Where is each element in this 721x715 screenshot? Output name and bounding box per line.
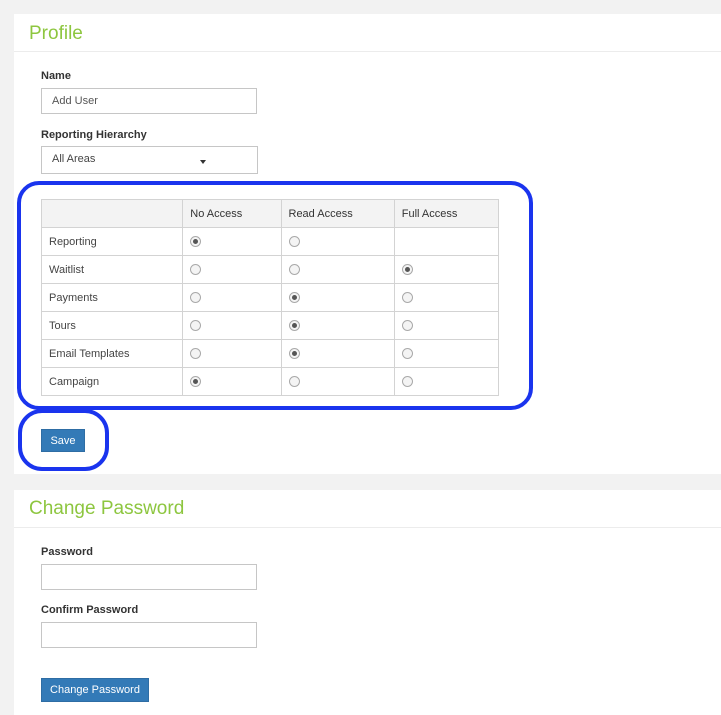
password-label: Password: [41, 546, 93, 558]
table-row: Email Templates: [40, 339, 500, 368]
access-cell: [182, 311, 282, 340]
access-cell: [393, 255, 500, 284]
access-cell: [280, 255, 395, 284]
radio-unchecked-read-access[interactable]: [288, 264, 300, 276]
radio-checked-no-access[interactable]: [190, 236, 202, 248]
table-row: Tours: [40, 311, 500, 340]
profile-divider: [14, 51, 721, 52]
hierarchy-label: Reporting Hierarchy: [41, 129, 147, 141]
header-blank: [40, 199, 184, 228]
confirm-password-input[interactable]: [41, 622, 257, 648]
permissions-header-row: No Access Read Access Full Access: [40, 199, 500, 228]
column-header: Full Access: [393, 199, 500, 228]
change-password-divider: [14, 527, 721, 528]
row-label: Tours: [40, 311, 184, 340]
radio-unchecked-full-access[interactable]: [401, 292, 413, 304]
password-input[interactable]: [41, 564, 257, 590]
radio-unchecked-no-access[interactable]: [190, 264, 202, 276]
row-label: Email Templates: [40, 339, 184, 368]
table-row: Payments: [40, 283, 500, 312]
access-cell: [393, 311, 500, 340]
radio-unchecked-read-access[interactable]: [288, 236, 300, 248]
radio-unchecked-no-access[interactable]: [190, 348, 202, 360]
change-password-button[interactable]: Change Password: [41, 678, 149, 702]
hierarchy-selected-value: All Areas: [52, 153, 96, 165]
radio-unchecked-no-access[interactable]: [190, 292, 202, 304]
radio-unchecked-no-access[interactable]: [190, 320, 202, 332]
radio-checked-no-access[interactable]: [190, 376, 202, 388]
name-label: Name: [41, 70, 71, 82]
access-cell: [280, 227, 395, 256]
access-cell: [280, 367, 395, 396]
radio-unchecked-full-access[interactable]: [401, 348, 413, 360]
access-cell: [280, 311, 395, 340]
radio-checked-read-access[interactable]: [288, 292, 300, 304]
row-label: Reporting: [40, 227, 184, 256]
change-password-panel: Change Password Password Confirm Passwor…: [14, 490, 721, 715]
access-cell: [182, 367, 282, 396]
row-label: Campaign: [40, 367, 184, 396]
row-label: Payments: [40, 283, 184, 312]
chevron-down-icon: [200, 160, 206, 164]
table-row: Campaign: [40, 367, 500, 396]
access-cell: [280, 283, 395, 312]
access-cell: [182, 227, 282, 256]
radio-unchecked-read-access[interactable]: [288, 376, 300, 388]
column-header: No Access: [182, 199, 282, 228]
access-cell: [393, 227, 500, 256]
access-cell: [182, 255, 282, 284]
hierarchy-select[interactable]: All Areas: [41, 146, 258, 174]
access-cell: [182, 339, 282, 368]
radio-unchecked-full-access[interactable]: [401, 376, 413, 388]
access-cell: [393, 367, 500, 396]
save-button[interactable]: Save: [41, 429, 85, 452]
access-cell: [393, 283, 500, 312]
confirm-password-label: Confirm Password: [41, 604, 139, 616]
column-header: Read Access: [280, 199, 395, 228]
radio-checked-read-access[interactable]: [288, 320, 300, 332]
name-input[interactable]: [41, 88, 257, 114]
radio-checked-full-access[interactable]: [401, 264, 413, 276]
row-label: Waitlist: [40, 255, 184, 284]
change-password-title: Change Password: [29, 498, 185, 519]
table-row: Waitlist: [40, 255, 500, 284]
access-cell: [280, 339, 395, 368]
profile-title: Profile: [29, 23, 83, 44]
profile-panel: Profile Name Reporting Hierarchy All Are…: [14, 14, 721, 474]
permissions-table: No Access Read Access Full Access Reportin…: [40, 199, 500, 396]
table-row: Reporting: [40, 227, 500, 256]
radio-checked-read-access[interactable]: [288, 348, 300, 360]
access-cell: [182, 283, 282, 312]
access-cell: [393, 339, 500, 368]
radio-unchecked-full-access[interactable]: [401, 320, 413, 332]
